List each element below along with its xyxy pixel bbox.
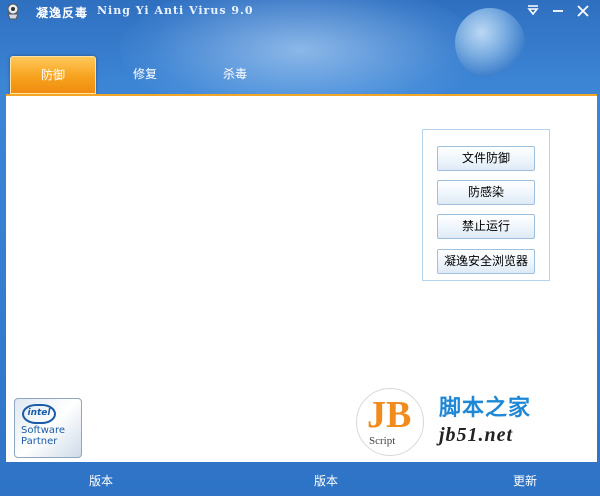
intel-line-partner: Partner — [21, 436, 58, 447]
file-defense-button[interactable]: 文件防御 — [437, 146, 535, 171]
app-logo-icon — [7, 3, 19, 20]
anti-infection-button[interactable]: 防感染 — [437, 180, 535, 205]
close-icon[interactable] — [575, 4, 591, 18]
intel-partner-logo: intel Software Partner — [14, 398, 82, 458]
version-link-left[interactable]: 版本 — [89, 472, 113, 489]
tab-bar: 防御 修复 杀毒 — [0, 56, 600, 94]
jb51-watermark: JB Script 脚本之家 jb51.net — [356, 388, 596, 460]
safe-browser-button[interactable]: 凝逸安全浏览器 — [437, 249, 535, 274]
actions-panel: 文件防御 防感染 禁止运行 凝逸安全浏览器 — [422, 129, 550, 281]
update-link[interactable]: 更新 — [513, 472, 537, 489]
intel-logo-mark: intel — [22, 404, 56, 424]
jb51-chinese-name: 脚本之家 — [439, 396, 532, 421]
bottom-bar: 版本 版本 更新 — [0, 466, 600, 496]
content-panel: 文件防御 防感染 禁止运行 凝逸安全浏览器 intel Software Par… — [6, 94, 597, 462]
tab-repair[interactable]: 修复 — [103, 56, 187, 92]
minimize-icon[interactable] — [550, 4, 566, 18]
app-title: 凝逸反毒 — [36, 6, 89, 20]
app-subtitle: Ning Yi Anti Virus 9.0 — [97, 4, 254, 17]
jb51-script-label: Script — [369, 435, 396, 447]
jb51-mark: JB — [367, 394, 412, 436]
tab-antivirus[interactable]: 杀毒 — [193, 56, 277, 92]
jb51-circle: JB Script — [356, 388, 424, 456]
title-bar[interactable]: 凝逸反毒 Ning Yi Anti Virus 9.0 — [0, 0, 600, 24]
block-run-button[interactable]: 禁止运行 — [437, 214, 535, 239]
version-link-center[interactable]: 版本 — [314, 472, 338, 489]
app-window: 凝逸反毒 Ning Yi Anti Virus 9.0 防御 修复 杀毒 文件防… — [0, 0, 600, 496]
minimize-tray-icon[interactable] — [525, 4, 541, 18]
intel-line-software: Software — [21, 425, 66, 436]
tab-defense[interactable]: 防御 — [10, 56, 96, 94]
jb51-url: jb51.net — [439, 424, 514, 446]
intel-logo-text: Software Partner — [21, 425, 65, 447]
